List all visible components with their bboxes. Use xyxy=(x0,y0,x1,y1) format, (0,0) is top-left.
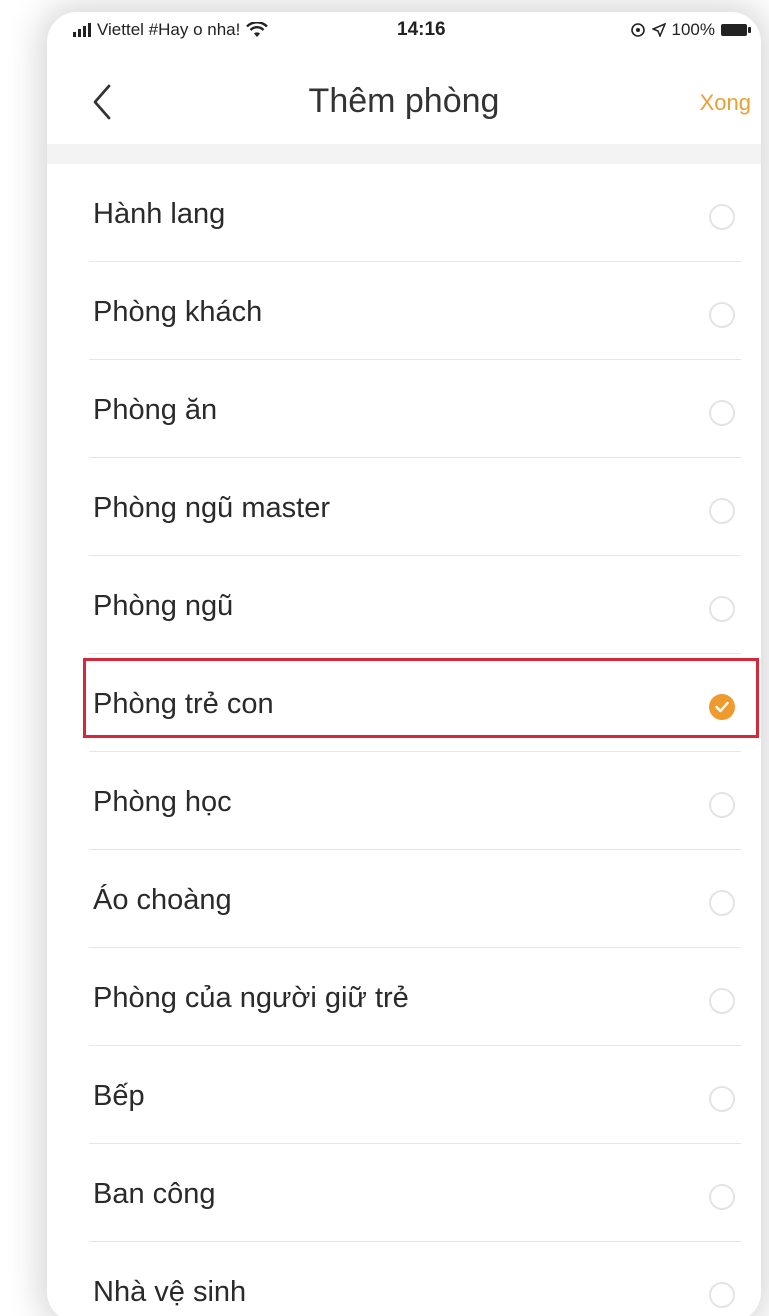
navigation-bar: Thêm phòng Xong xyxy=(47,52,761,144)
room-item-phong-tre-con[interactable]: Phòng trẻ con xyxy=(47,654,761,752)
room-item-phong-cua-nguoi-giu-tre[interactable]: Phòng của người giữ trẻ xyxy=(47,948,761,1046)
radio-unchecked-icon[interactable] xyxy=(709,890,735,916)
radio-checked-icon[interactable] xyxy=(709,694,735,720)
room-label: Áo choàng xyxy=(93,884,232,916)
room-label: Phòng trẻ con xyxy=(93,688,274,720)
room-item-nha-ve-sinh[interactable]: Nhà vệ sinh xyxy=(47,1242,761,1316)
page: Viettel #Hay o nha! 14:16 100% Thêm phòn… xyxy=(0,0,769,1316)
room-item-phong-khach[interactable]: Phòng khách xyxy=(47,262,761,360)
room-item-bep[interactable]: Bếp xyxy=(47,1046,761,1144)
header-divider xyxy=(47,144,761,164)
location-icon xyxy=(651,23,666,37)
status-time: 14:16 xyxy=(397,19,446,40)
room-list: Hành lang Phòng khách Phòng ăn Phòng ngũ… xyxy=(47,164,761,1316)
page-title: Thêm phòng xyxy=(308,82,500,120)
radio-unchecked-icon[interactable] xyxy=(709,302,735,328)
status-left: Viettel #Hay o nha! xyxy=(73,20,269,40)
signal-icon xyxy=(73,23,91,37)
carrier-name: Viettel #Hay o nha! xyxy=(97,20,241,39)
room-item-phong-an[interactable]: Phòng ăn xyxy=(47,360,761,458)
status-right: 100% xyxy=(630,20,751,40)
room-item-phong-ngu-master[interactable]: Phòng ngũ master xyxy=(47,458,761,556)
radio-unchecked-icon[interactable] xyxy=(709,1282,735,1308)
radio-unchecked-icon[interactable] xyxy=(709,400,735,426)
room-item-ban-cong[interactable]: Ban công xyxy=(47,1144,761,1242)
radio-unchecked-icon[interactable] xyxy=(709,1086,735,1112)
done-button[interactable]: Xong xyxy=(700,90,751,116)
radio-unchecked-icon[interactable] xyxy=(709,498,735,524)
room-label: Phòng học xyxy=(93,786,232,818)
radio-unchecked-icon[interactable] xyxy=(709,988,735,1014)
checkmark-icon xyxy=(715,701,729,713)
room-label: Phòng ngũ xyxy=(93,590,234,622)
room-label: Phòng khách xyxy=(93,296,263,328)
room-label: Phòng của người giữ trẻ xyxy=(93,982,409,1014)
room-label: Phòng ngũ master xyxy=(93,492,330,524)
radio-unchecked-icon[interactable] xyxy=(709,1184,735,1210)
room-item-ao-choang[interactable]: Áo choàng xyxy=(47,850,761,948)
orientation-lock-icon xyxy=(630,23,645,37)
room-label: Bếp xyxy=(93,1080,145,1112)
room-item-phong-hoc[interactable]: Phòng học xyxy=(47,752,761,850)
phone-screen: Viettel #Hay o nha! 14:16 100% Thêm phòn… xyxy=(47,12,761,1316)
room-item-phong-ngu[interactable]: Phòng ngũ xyxy=(47,556,761,654)
room-item-hanh-lang[interactable]: Hành lang xyxy=(47,164,761,262)
radio-unchecked-icon[interactable] xyxy=(709,792,735,818)
status-bar: Viettel #Hay o nha! 14:16 100% xyxy=(47,12,761,52)
wifi-icon xyxy=(246,22,269,37)
room-label: Hành lang xyxy=(93,198,226,230)
room-label: Phòng ăn xyxy=(93,394,218,426)
battery-icon xyxy=(721,24,751,36)
room-label: Ban công xyxy=(93,1178,216,1210)
radio-unchecked-icon[interactable] xyxy=(709,596,735,622)
radio-unchecked-icon[interactable] xyxy=(709,204,735,230)
battery-percent: 100% xyxy=(671,20,715,39)
room-label: Nhà vệ sinh xyxy=(93,1276,247,1308)
